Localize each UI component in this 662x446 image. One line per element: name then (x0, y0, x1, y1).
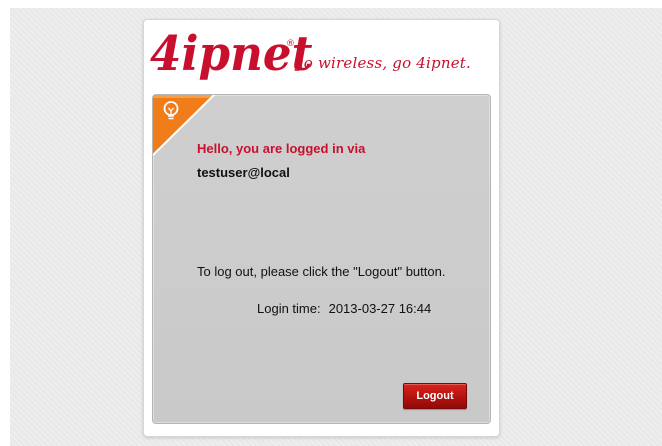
login-time-label: Login time: (257, 301, 321, 316)
status-panel: Hello, you are logged in via testuser@lo… (152, 94, 491, 424)
logo-tagline: go wireless, go 4ipnet. (294, 54, 471, 72)
login-time-row: Login time: 2013-03-27 16:44 (257, 301, 431, 316)
login-time-value: 2013-03-27 16:44 (328, 301, 432, 316)
logo-wordmark: 4ipnet (150, 26, 313, 82)
greeting-text: Hello, you are logged in via (197, 141, 366, 156)
registered-mark: ® (286, 39, 295, 49)
username-text: testuser@local (197, 165, 290, 180)
login-status-card: 4ipnet ® go wireless, go 4ipnet. Hello, … (143, 19, 500, 437)
lightbulb-icon (163, 101, 179, 120)
logout-button[interactable]: Logout (403, 383, 467, 409)
brand-logo: 4ipnet ® go wireless, go 4ipnet. (150, 24, 490, 84)
logout-instructions: To log out, please click the "Logout" bu… (197, 264, 446, 279)
